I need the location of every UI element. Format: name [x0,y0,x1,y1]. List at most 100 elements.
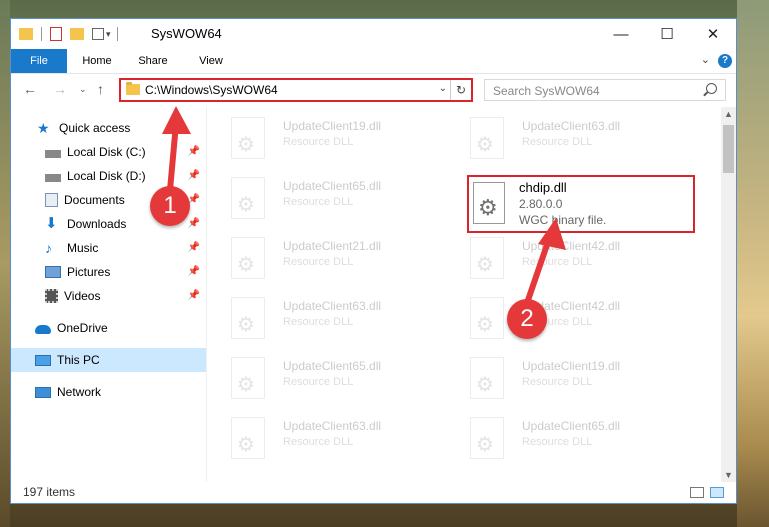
dll-file-icon [231,117,265,159]
desktop-background-right [737,0,769,527]
pin-icon[interactable]: 📌 [188,170,200,181]
sidebar-item-quick-access[interactable]: ★ Quick access [11,116,206,140]
sidebar-item-onedrive[interactable]: OneDrive [11,316,206,340]
documents-icon [45,193,58,207]
window-title: SysWOW64 [151,26,222,41]
new-folder-icon[interactable] [70,28,84,40]
file-item[interactable]: UpdateClient19.dll Resource DLL [221,113,451,165]
tab-view[interactable]: View [189,49,233,73]
customize-icon[interactable] [92,28,104,40]
download-icon: ⬇ [45,215,58,232]
annotation-step-2: 2 [507,299,547,339]
search-input[interactable]: Search SysWOW64 [493,84,600,98]
sidebar-item-pictures[interactable]: Pictures 📌 [11,260,206,284]
highlighted-file-item[interactable]: chdip.dll 2.80.0.0 WGC binary file. [467,175,695,233]
sidebar-item-label: This PC [57,353,100,367]
file-name: UpdateClient21.dll [283,239,382,253]
refresh-icon[interactable]: ↻ [450,80,471,100]
file-type: Resource DLL [283,256,354,268]
scroll-up-icon[interactable]: ▲ [724,109,733,119]
file-list: UpdateClient19.dll Resource DLL UpdateCl… [207,107,723,482]
tab-share[interactable]: Share [131,49,175,73]
videos-icon [45,289,58,303]
file-name: UpdateClient42.dll [522,239,621,253]
file-item[interactable]: UpdateClient42.dll Resource DLL [460,293,690,345]
file-item[interactable]: UpdateClient42.dll Resource DLL [460,233,690,285]
file-type: Resource DLL [283,196,354,208]
sidebar-item-label: Network [57,385,102,399]
file-type: Resource DLL [283,436,354,448]
dll-file-icon [231,237,265,279]
file-item[interactable]: UpdateClient65.dll Resource DLL [221,353,451,405]
help-button[interactable]: ? [718,54,732,68]
sidebar-item-music[interactable]: ♪ Music 📌 [11,236,206,260]
tab-home[interactable]: Home [75,49,119,73]
file-name: UpdateClient19.dll [522,359,621,373]
sidebar-item-label: Music [67,241,99,255]
large-icons-view-icon[interactable] [710,487,724,498]
file-item[interactable]: UpdateClient63.dll Resource DLL [221,413,451,465]
sidebar-item-videos[interactable]: Videos 📌 [11,284,206,308]
details-view-icon[interactable] [690,487,704,498]
pin-icon[interactable]: 📌 [188,218,200,229]
search-icon [706,83,717,94]
forward-arrow-icon[interactable]: → [53,81,67,97]
dll-file-icon [473,182,505,224]
sidebar-item-network[interactable]: Network [11,380,206,404]
chevron-down-icon[interactable]: ▾ [106,29,111,40]
sidebar-item-local-disk-c[interactable]: Local Disk (C:) 📌 [11,140,206,164]
music-icon: ♪ [45,240,52,256]
maximize-button[interactable]: ☐ [644,19,690,49]
pin-icon[interactable]: 📌 [188,290,200,301]
recent-locations-icon[interactable]: ⌄ [79,84,87,95]
scroll-down-icon[interactable]: ▼ [724,470,733,480]
sidebar-item-local-disk-d[interactable]: Local Disk (D:) 📌 [11,164,206,188]
annotation-step-1: 1 [150,186,190,226]
expand-ribbon-icon[interactable]: ⌄ [701,53,710,66]
file-item[interactable]: UpdateClient21.dll Resource DLL [221,233,451,285]
address-bar[interactable]: C:\Windows\SysWOW64 ⌄ ↻ [119,78,473,102]
folder-icon[interactable] [19,28,33,40]
navigation-bar: ← → ⌄ ↑ C:\Windows\SysWOW64 ⌄ ↻ Search S… [11,74,736,106]
pin-icon[interactable]: 📌 [188,266,200,277]
sidebar-item-this-pc[interactable]: This PC [11,348,206,372]
file-item[interactable]: UpdateClient65.dll Resource DLL [460,413,690,465]
pin-icon[interactable]: 📌 [188,146,200,157]
up-arrow-icon[interactable]: ↑ [97,81,104,97]
minimize-button[interactable]: — [598,19,644,49]
sidebar-item-label: Videos [64,289,101,303]
file-type: Resource DLL [522,256,593,268]
sidebar-item-label: Local Disk (D:) [67,169,146,183]
sidebar-item-label: Pictures [67,265,111,279]
sidebar-item-label: Documents [64,193,125,207]
file-item[interactable]: UpdateClient19.dll Resource DLL [460,353,690,405]
file-name: UpdateClient65.dll [522,419,621,433]
file-type: Resource DLL [522,436,593,448]
file-item[interactable]: UpdateClient63.dll Resource DLL [460,113,690,165]
chevron-down-icon[interactable]: ⌄ [439,83,447,94]
properties-icon[interactable] [50,27,62,41]
file-name: UpdateClient63.dll [283,419,382,433]
drive-icon [45,173,61,182]
scrollbar-thumb[interactable] [723,125,734,173]
vertical-scrollbar[interactable]: ▲ ▼ [721,107,736,482]
separator [41,27,42,41]
file-item[interactable]: UpdateClient65.dll Resource DLL [221,173,451,225]
file-name: UpdateClient65.dll [283,359,382,373]
ribbon: File Home Share View ⌄ ? [11,49,736,74]
close-button[interactable]: ✕ [690,19,736,49]
file-version: 2.80.0.0 [519,197,563,211]
file-name: UpdateClient19.dll [283,119,382,133]
address-path[interactable]: C:\Windows\SysWOW64 [145,83,278,97]
search-box[interactable]: Search SysWOW64 [484,79,726,101]
dll-file-icon [470,417,504,459]
file-item[interactable]: UpdateClient63.dll Resource DLL [221,293,451,345]
file-type: Resource DLL [522,376,593,388]
back-arrow-icon[interactable]: ← [23,81,37,97]
quick-access-toolbar: ▾ [19,25,118,43]
file-type: Resource DLL [283,376,354,388]
explorer-window: ▾ SysWOW64 — ☐ ✕ File Home Share View ⌄ … [10,18,737,504]
desktop-background-left [0,0,10,527]
tab-file[interactable]: File [11,49,67,73]
pin-icon[interactable]: 📌 [188,242,200,253]
